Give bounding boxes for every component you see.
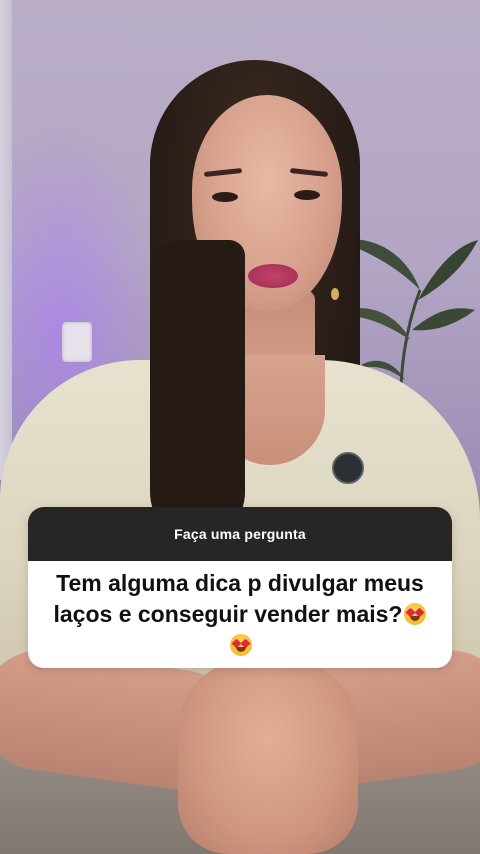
clasped-hands — [178, 660, 358, 854]
question-text: Tem alguma dica p divulgar meus laços e … — [53, 570, 424, 627]
pin-badge-icon — [332, 452, 364, 484]
door-frame — [0, 0, 12, 480]
right-eye — [294, 190, 320, 200]
question-sticker-header: Faça uma pergunta — [28, 507, 452, 561]
story-view: Faça uma pergunta Tem alguma dica p divu… — [0, 0, 480, 854]
heart-eyes-emoji-icon — [230, 634, 252, 656]
question-sticker-title: Faça uma pergunta — [174, 526, 306, 542]
right-earring — [331, 288, 339, 300]
question-sticker-body: Tem alguma dica p divulgar meus laços e … — [28, 561, 452, 668]
person-lips — [248, 264, 298, 288]
question-text-wrapper: Tem alguma dica p divulgar meus laços e … — [52, 568, 428, 661]
left-eye — [212, 192, 238, 202]
wall-outlet — [62, 322, 92, 362]
hair-strand — [150, 240, 245, 540]
question-sticker[interactable]: Faça uma pergunta Tem alguma dica p divu… — [28, 507, 452, 668]
heart-eyes-emoji-icon — [404, 603, 427, 625]
